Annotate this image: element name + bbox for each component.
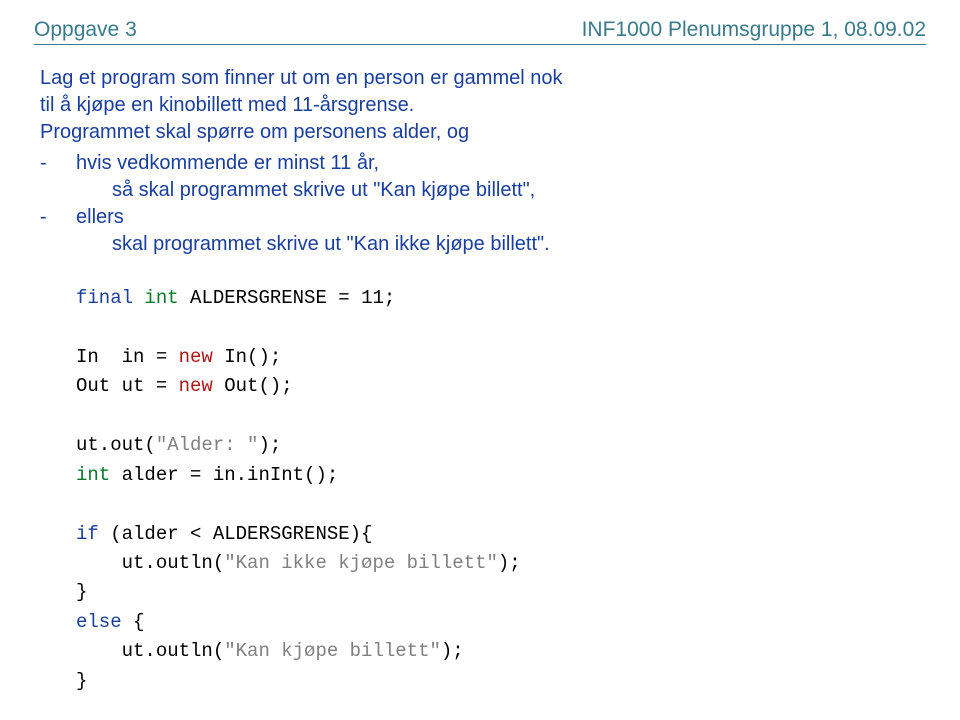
code-text: ); (441, 640, 464, 662)
code-text: ALDERSGRENSE = 11; (179, 287, 396, 309)
intro-line-2: til å kjøpe en kinobillett med 11-årsgre… (40, 92, 926, 119)
bullet-subline: så skal programmet skrive ut "Kan kjøpe … (40, 177, 926, 204)
keyword-int: int (76, 464, 110, 486)
bullet-subline: skal programmet skrive ut "Kan ikke kjøp… (40, 231, 926, 258)
code-text: ut.outln( (76, 640, 224, 662)
code-text: ); (498, 552, 521, 574)
code-block: final int ALDERSGRENSE = 11; In in = new… (40, 284, 926, 696)
header-left: Oppgave 3 (34, 18, 137, 42)
code-text: } (76, 670, 87, 692)
intro-text: Lag et program som finner ut om en perso… (40, 65, 926, 146)
code-text: (alder < ALDERSGRENSE){ (99, 523, 373, 545)
code-text: ut.out( (76, 434, 156, 456)
code-text: } (76, 581, 87, 603)
string-literal: "Kan kjøpe billett" (224, 640, 441, 662)
slide-header: Oppgave 3 INF1000 Plenumsgruppe 1, 08.09… (34, 18, 926, 45)
keyword-if: if (76, 523, 99, 545)
slide: Oppgave 3 INF1000 Plenumsgruppe 1, 08.09… (0, 0, 960, 720)
bullet-dash: - (40, 150, 76, 177)
bullet-text: ellers (76, 204, 926, 231)
list-item: - hvis vedkommende er minst 11 år, (40, 150, 926, 177)
code-text: ut.outln( (76, 552, 224, 574)
bullet-text: hvis vedkommende er minst 11 år, (76, 150, 926, 177)
slide-body: Lag et program som finner ut om en perso… (34, 65, 926, 696)
code-text: ); (258, 434, 281, 456)
keyword-final: final (76, 287, 133, 309)
bullet-list: - hvis vedkommende er minst 11 år, så sk… (40, 150, 926, 258)
code-text: Out ut = (76, 375, 179, 397)
code-text: In(); (213, 346, 281, 368)
string-literal: "Kan ikke kjøpe billett" (224, 552, 498, 574)
code-text: { (122, 611, 145, 633)
intro-line-3: Programmet skal spørre om personens alde… (40, 119, 926, 146)
keyword-else: else (76, 611, 122, 633)
list-item: - ellers (40, 204, 926, 231)
keyword-int: int (144, 287, 178, 309)
keyword-new: new (179, 375, 213, 397)
code-text: In in = (76, 346, 179, 368)
bullet-dash: - (40, 204, 76, 231)
header-right: INF1000 Plenumsgruppe 1, 08.09.02 (582, 18, 926, 42)
string-literal: "Alder: " (156, 434, 259, 456)
code-text: Out(); (213, 375, 293, 397)
intro-line-1: Lag et program som finner ut om en perso… (40, 65, 926, 92)
code-text: alder = in.inInt(); (110, 464, 338, 486)
keyword-new: new (179, 346, 213, 368)
